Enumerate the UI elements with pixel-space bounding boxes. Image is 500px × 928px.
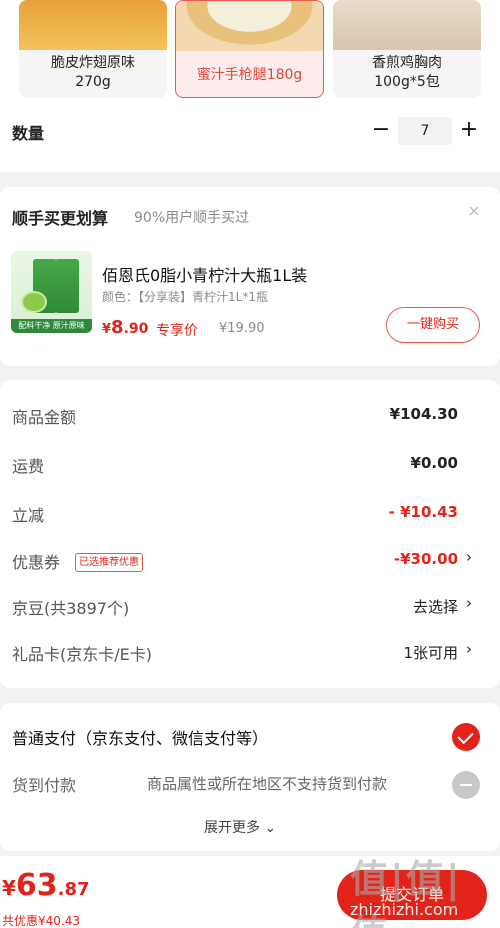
price-decimal: .90 bbox=[123, 321, 149, 337]
row-label: 优惠券 bbox=[12, 553, 61, 572]
total-savings: 共优惠¥40.43 bbox=[2, 914, 80, 928]
addon-subtitle: 90%用户顺手买过 bbox=[134, 210, 250, 226]
variant-image bbox=[333, 0, 481, 50]
row-value: ¥0.00 bbox=[410, 454, 458, 472]
row-value: 1张可用 bbox=[403, 644, 458, 662]
addon-product-name[interactable]: 佰恩氏0脂小青柠汁大瓶1L装 bbox=[102, 262, 307, 286]
variant-option-selected[interactable]: 蜜汁手枪腿180g bbox=[175, 0, 324, 98]
quantity-label: 数量 bbox=[12, 124, 45, 143]
checkmark-icon[interactable] bbox=[452, 723, 480, 751]
variant-name: 香煎鸡胸肉 100g*5包 bbox=[333, 54, 481, 92]
row-value: ¥104.30 bbox=[389, 405, 458, 423]
row-label: 京豆(共3897个) bbox=[12, 599, 130, 618]
total-symbol: ¥ bbox=[2, 876, 16, 900]
summary-row-goods-amount: 商品金额 ¥104.30 bbox=[0, 400, 500, 430]
row-label: 运费 bbox=[12, 457, 45, 476]
quantity-increase-button[interactable]: + bbox=[459, 116, 479, 144]
row-label: 礼品卡(京东卡/E卡) bbox=[12, 645, 152, 664]
addon-product-spec: 颜色：【分享装】青柠汁1L*1瓶 bbox=[102, 290, 268, 304]
original-price: ¥19.90 bbox=[219, 321, 265, 336]
addon-recommendation-card: 顺手买更划算 90%用户顺手买过 × 配料干净 原汁原味 佰恩氏0脂小青柠汁大瓶… bbox=[0, 187, 500, 366]
payment-method-card: 普通支付（京东支付、微信支付等） 货到付款 商品属性或所在地区不支持货到付款 展… bbox=[0, 703, 500, 851]
disabled-icon bbox=[452, 771, 480, 799]
variant-section: 脆皮炸翅原味 270g 蜜汁手枪腿180g 香煎鸡胸肉 100g*5包 数量 −… bbox=[0, 0, 500, 172]
addon-product-image[interactable]: 配料干净 原汁原味 bbox=[11, 251, 92, 333]
total-decimal: .87 bbox=[57, 879, 90, 900]
order-total: ¥63.87 bbox=[2, 868, 90, 903]
variant-name-line2: 100g*5包 bbox=[374, 74, 440, 90]
summary-row-shipping: 运费 ¥0.00 bbox=[0, 449, 500, 479]
variant-image bbox=[176, 1, 323, 51]
variant-name: 脆皮炸翅原味 270g bbox=[19, 54, 167, 92]
coupon-recommended-badge: 已选推荐优惠 bbox=[75, 553, 143, 572]
row-label: 立减 bbox=[12, 506, 45, 525]
close-icon[interactable]: × bbox=[466, 201, 482, 221]
summary-row-gift-card[interactable]: 礼品卡(京东卡/E卡) 1张可用 › bbox=[0, 637, 500, 667]
payment-option-normal[interactable]: 普通支付（京东支付、微信支付等） bbox=[12, 725, 268, 749]
bottle-graphic bbox=[55, 259, 79, 313]
row-value: - ¥10.43 bbox=[388, 503, 458, 521]
variant-name: 蜜汁手枪腿180g bbox=[176, 66, 323, 85]
price-symbol: ¥ bbox=[102, 322, 112, 337]
chevron-right-icon: › bbox=[466, 640, 472, 658]
watermark-url: zhizhizhi.com bbox=[350, 900, 459, 919]
variant-option[interactable]: 脆皮炸翅原味 270g bbox=[19, 0, 167, 98]
row-value: 去选择 bbox=[412, 598, 458, 616]
chevron-right-icon: › bbox=[466, 594, 472, 612]
price-summary-card: 商品金额 ¥104.30 运费 ¥0.00 立减 - ¥10.43 优惠券 已选… bbox=[0, 380, 500, 688]
quantity-input[interactable]: 7 bbox=[398, 117, 452, 145]
payment-option-cod: 货到付款 bbox=[12, 776, 77, 795]
cod-unavailable-note: 商品属性或所在地区不支持货到付款 bbox=[147, 775, 388, 793]
summary-row-jingdou[interactable]: 京豆(共3897个) 去选择 › bbox=[0, 591, 500, 621]
row-label: 商品金额 bbox=[12, 408, 77, 427]
variant-name-line1: 脆皮炸翅原味 bbox=[51, 55, 135, 71]
total-integer: 63 bbox=[15, 868, 58, 903]
variant-name-line1: 蜜汁手枪腿180g bbox=[196, 67, 303, 83]
watermark-logo: 值|值|值 bbox=[350, 857, 462, 928]
variant-option[interactable]: 香煎鸡胸肉 100g*5包 bbox=[333, 0, 481, 98]
variant-name-line2: 270g bbox=[75, 74, 111, 90]
exclusive-price-label: 专享价 bbox=[156, 323, 198, 339]
addon-title: 顺手买更划算 bbox=[12, 209, 109, 228]
addon-price: ¥8.90 bbox=[102, 317, 148, 338]
one-click-buy-button[interactable]: 一键购买 bbox=[386, 307, 480, 343]
summary-row-coupon[interactable]: 优惠券 已选推荐优惠 -¥30.00 › bbox=[0, 545, 500, 575]
price-integer: 8 bbox=[111, 317, 124, 338]
row-value: -¥30.00 bbox=[393, 550, 458, 568]
lime-graphic bbox=[21, 291, 47, 313]
variant-name-line1: 香煎鸡胸肉 bbox=[372, 55, 442, 71]
quantity-decrease-button[interactable]: − bbox=[371, 116, 391, 144]
chevron-right-icon: › bbox=[466, 548, 472, 566]
variant-image bbox=[19, 0, 167, 50]
product-image-tag: 配料干净 原汁原味 bbox=[11, 319, 92, 333]
expand-more-link[interactable]: 展开更多 ⌄ bbox=[204, 817, 276, 837]
summary-row-instant-discount: 立减 - ¥10.43 bbox=[0, 498, 500, 528]
